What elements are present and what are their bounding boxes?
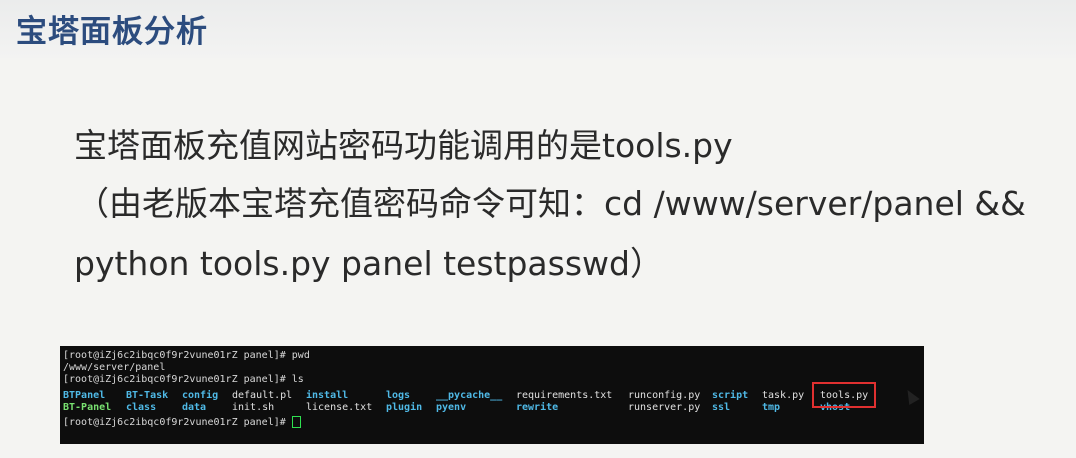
ls-item: pyenv — [436, 402, 467, 413]
terminal-screenshot: [root@iZj6c2ibqc0f9r2vune01rZ panel]# pw… — [60, 346, 924, 444]
ls-item: class — [126, 402, 157, 413]
ls-item: config — [182, 390, 219, 401]
ls-item: data — [182, 402, 207, 413]
ls-item: plugin — [386, 402, 423, 413]
ls-item: __pycache__ — [436, 390, 503, 401]
ls-item: ssl — [712, 402, 731, 413]
ls-item: BT-Panel — [63, 402, 112, 413]
terminal-pwd-output: /www/server/panel — [63, 362, 166, 373]
highlight-box — [812, 382, 876, 408]
slide-title: 宝塔面板分析 — [16, 14, 208, 50]
ls-item: task.py — [762, 390, 805, 401]
ls-item: init.sh — [232, 402, 275, 413]
ls-item: default.pl — [232, 390, 293, 401]
body-line-3: python tools.py panel testpasswd） — [74, 244, 663, 283]
ls-item: BTPanel — [63, 390, 106, 401]
ls-item: rewrite — [516, 402, 559, 413]
ls-item: runserver.py — [628, 402, 701, 413]
ls-item: requirements.txt — [516, 390, 613, 401]
terminal-prompt-pwd: [root@iZj6c2ibqc0f9r2vune01rZ panel]# pw… — [63, 350, 310, 361]
ls-item: BT-Task — [126, 390, 169, 401]
body-line-2: （由老版本宝塔充值密码命令可知：cd /www/server/panel && — [76, 184, 1026, 223]
ls-item: script — [712, 390, 749, 401]
ls-item: license.txt — [306, 402, 373, 413]
ls-item: runconfig.py — [628, 390, 701, 401]
body-line-1: 宝塔面板充值网站密码功能调用的是tools.py — [74, 126, 733, 165]
ls-item: tmp — [762, 402, 781, 413]
cursor-icon — [291, 416, 301, 428]
ls-item: install — [306, 390, 349, 401]
terminal-prompt-text: [root@iZj6c2ibqc0f9r2vune01rZ panel]# — [63, 417, 286, 428]
ls-item: logs — [386, 390, 411, 401]
terminal-prompt-ls: [root@iZj6c2ibqc0f9r2vune01rZ panel]# ls — [63, 374, 304, 385]
terminal-prompt-last: [root@iZj6c2ibqc0f9r2vune01rZ panel]# — [63, 416, 301, 429]
